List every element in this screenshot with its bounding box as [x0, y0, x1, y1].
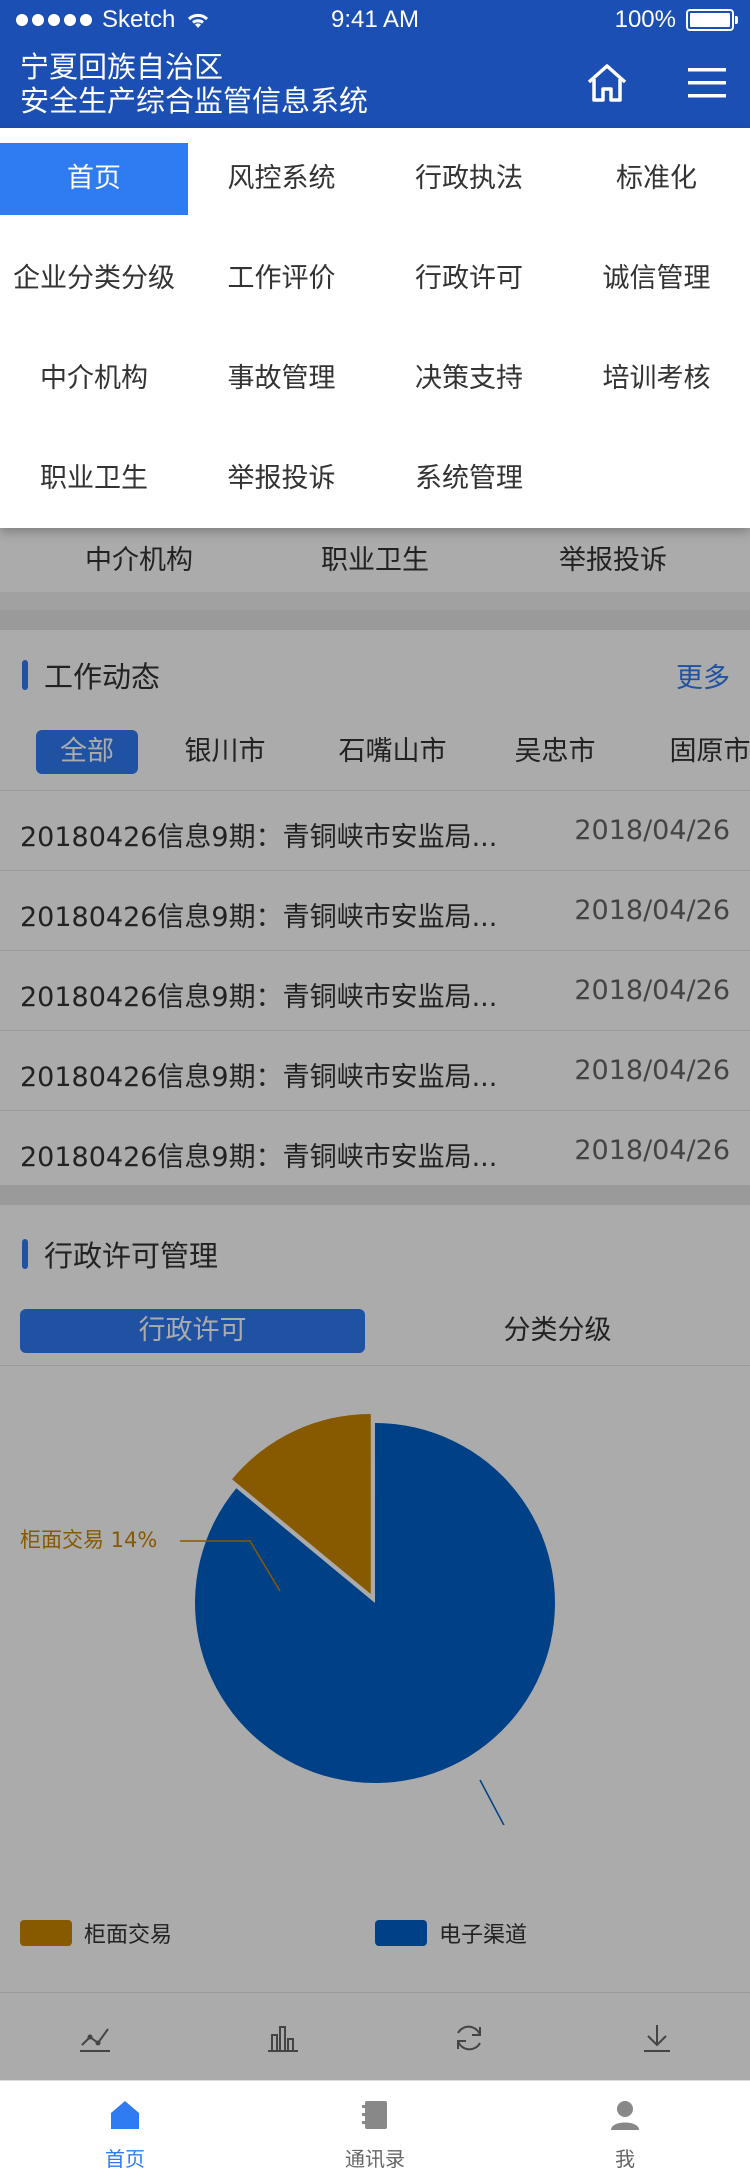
- menu-item[interactable]: 企业分类分级: [0, 243, 188, 315]
- status-right: 100%: [615, 6, 734, 34]
- tab-label: 通讯录: [250, 2143, 500, 2172]
- battery-icon: [686, 9, 734, 31]
- nav-dropdown-menu: 首页风控系统行政执法标准化企业分类分级工作评价行政许可诚信管理中介机构事故管理决…: [0, 128, 750, 528]
- contacts-icon: [359, 2099, 391, 2131]
- app-title-line2: 安全生产综合监管信息系统: [20, 84, 368, 118]
- menu-item[interactable]: 培训考核: [563, 343, 750, 415]
- bottom-tab-bar: 首页 通讯录 我: [0, 2080, 750, 2182]
- menu-item[interactable]: 职业卫生: [0, 443, 188, 515]
- menu-item[interactable]: 事故管理: [188, 343, 376, 415]
- menu-item[interactable]: 行政执法: [375, 143, 563, 215]
- menu-item[interactable]: 系统管理: [375, 443, 563, 515]
- menu-item[interactable]: 工作评价: [188, 243, 376, 315]
- home-icon[interactable]: [582, 58, 632, 108]
- tab-label: 我: [500, 2143, 750, 2172]
- tab-label: 首页: [0, 2143, 250, 2172]
- battery-percent: 100%: [615, 6, 676, 34]
- app-title-line1: 宁夏回族自治区: [20, 50, 368, 84]
- menu-item[interactable]: 行政许可: [375, 243, 563, 315]
- app-title: 宁夏回族自治区 安全生产综合监管信息系统: [20, 50, 368, 118]
- menu-icon[interactable]: [682, 58, 732, 108]
- menu-item[interactable]: 决策支持: [375, 343, 563, 415]
- menu-item[interactable]: 举报投诉: [188, 443, 376, 515]
- user-icon: [609, 2099, 641, 2131]
- tab-me[interactable]: 我: [500, 2081, 750, 2182]
- app-header: 宁夏回族自治区 安全生产综合监管信息系统: [0, 40, 750, 128]
- status-bar: Sketch 9:41 AM 100%: [0, 0, 750, 40]
- menu-item[interactable]: 首页: [0, 143, 188, 215]
- home-icon: [109, 2099, 141, 2131]
- menu-item[interactable]: 标准化: [563, 143, 750, 215]
- menu-item[interactable]: 风控系统: [188, 143, 376, 215]
- tab-home[interactable]: 首页: [0, 2081, 250, 2182]
- tab-contacts[interactable]: 通讯录: [250, 2081, 500, 2182]
- menu-item[interactable]: 诚信管理: [563, 243, 750, 315]
- menu-item[interactable]: 中介机构: [0, 343, 188, 415]
